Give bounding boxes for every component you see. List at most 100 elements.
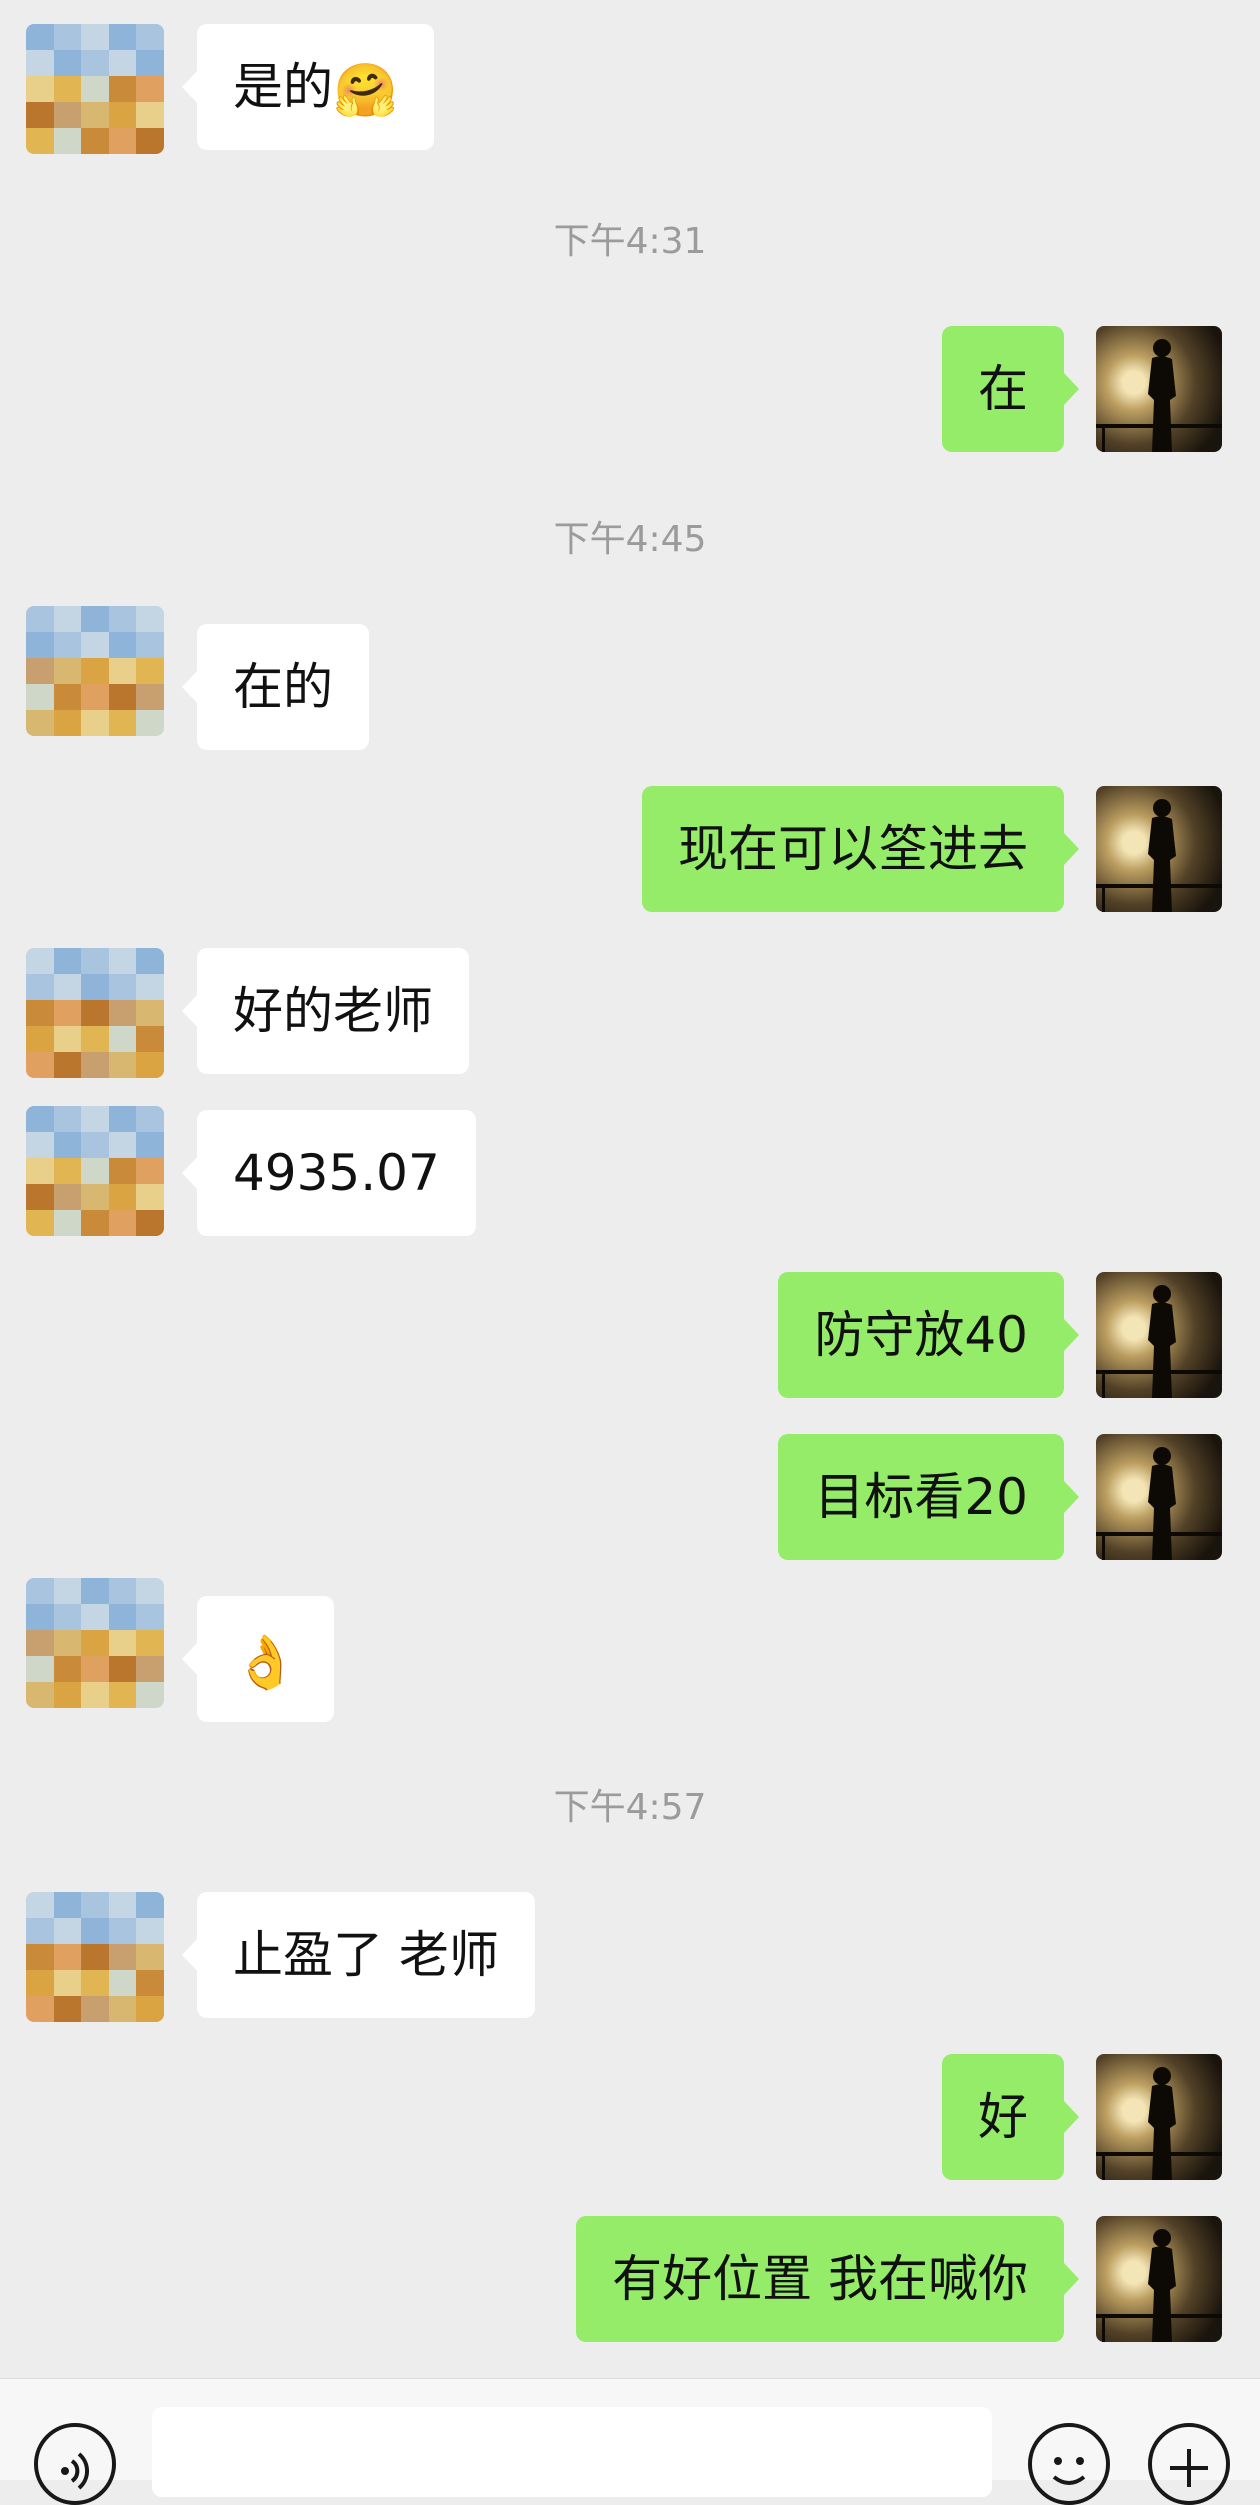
avatar-pixel [81, 128, 109, 154]
avatar-pixel [81, 76, 109, 102]
incoming-message[interactable]: 止盈了 老师 [182, 1892, 535, 2018]
avatar-pixel [53, 632, 82, 658]
incoming-message[interactable]: 是的🤗 [182, 24, 434, 150]
avatar-pixel [81, 658, 109, 684]
emoji-icon[interactable] [1028, 2423, 1110, 2505]
avatar-pixel [136, 632, 164, 658]
avatar-pixel [26, 1578, 54, 1604]
avatar-pixel [26, 1132, 54, 1158]
avatar-pixel [108, 948, 137, 974]
avatar-pixel [26, 606, 54, 632]
avatar-pixel [81, 1026, 109, 1052]
avatar-pixel [53, 1630, 82, 1656]
avatar-pixel [136, 658, 164, 684]
avatar-pixel [26, 1996, 54, 2022]
message-text: 止盈了 老师 [233, 1926, 499, 1984]
avatar-pixel [81, 1000, 109, 1026]
avatar-pixel [53, 658, 82, 684]
avatar-pixel [53, 1970, 82, 1996]
contact-avatar[interactable] [26, 606, 164, 736]
outgoing-message[interactable]: 现在可以筌进去 [642, 786, 1079, 912]
avatar-pixel [136, 1578, 164, 1604]
avatar-pixel [136, 1026, 164, 1052]
plus-icon[interactable] [1148, 2423, 1230, 2505]
avatar-pixel [26, 1106, 54, 1132]
avatar-pixel [81, 1918, 109, 1944]
avatar-pixel [81, 24, 109, 50]
avatar-pixel [53, 1604, 82, 1630]
avatar-pixel [136, 1210, 164, 1236]
incoming-message[interactable]: 4935.07 [182, 1110, 476, 1236]
avatar-pixel [136, 1996, 164, 2022]
avatar-pixel [53, 974, 82, 1000]
timestamp: 下午4:57 [553, 1787, 707, 1828]
incoming-message[interactable]: 👌 [182, 1596, 334, 1722]
message-input[interactable] [152, 2407, 992, 2497]
avatar-pixel [53, 1052, 82, 1078]
outgoing-message[interactable]: 防守放40 [778, 1272, 1079, 1398]
contact-avatar[interactable] [26, 1892, 164, 2022]
avatar-pixel [53, 24, 82, 50]
outgoing-message[interactable]: 好 [942, 2054, 1079, 2180]
my-avatar[interactable] [1096, 2054, 1222, 2180]
avatar-pixel [26, 632, 54, 658]
avatar-pixel [26, 1970, 54, 1996]
avatar-pixel [108, 1210, 137, 1236]
avatar-pixel [108, 1682, 137, 1708]
avatar-pixel [136, 606, 164, 632]
avatar-pixel [26, 974, 54, 1000]
avatar-pixel [53, 684, 82, 710]
avatar-pixel [81, 974, 109, 1000]
contact-avatar[interactable] [26, 1578, 164, 1708]
avatar-pixel [26, 1000, 54, 1026]
avatar-pixel [81, 684, 109, 710]
incoming-message[interactable]: 好的老师 [182, 948, 469, 1074]
avatar-pixel [53, 1656, 82, 1682]
my-avatar[interactable] [1096, 786, 1222, 912]
avatar-pixel [81, 606, 109, 632]
my-avatar[interactable] [1096, 326, 1222, 452]
avatar-pixel [136, 684, 164, 710]
outgoing-message[interactable]: 目标看20 [778, 1434, 1079, 1560]
avatar-pixel [26, 1944, 54, 1970]
incoming-message[interactable]: 在的 [182, 624, 369, 750]
avatar-pixel [136, 1052, 164, 1078]
avatar-pixel [136, 1184, 164, 1210]
avatar-pixel [136, 1604, 164, 1630]
contact-avatar[interactable] [26, 24, 164, 154]
message-text: 防守放40 [814, 1306, 1028, 1364]
avatar-pixel [53, 1026, 82, 1052]
contact-avatar[interactable] [26, 1106, 164, 1236]
outgoing-message[interactable]: 在 [942, 326, 1079, 452]
my-avatar[interactable] [1096, 1272, 1222, 1398]
avatar-pixel [108, 1106, 137, 1132]
avatar-pixel [136, 1106, 164, 1132]
contact-avatar[interactable] [26, 948, 164, 1078]
avatar-pixel [108, 632, 137, 658]
silhouette-graphic [1096, 1285, 1222, 1398]
message-text: 有好位置 我在喊你 [612, 2250, 1028, 2308]
message-text: 4935.07 [233, 1144, 440, 1202]
outgoing-message[interactable]: 有好位置 我在喊你 [576, 2216, 1079, 2342]
voice-icon[interactable] [34, 2423, 116, 2505]
avatar-pixel [81, 1578, 109, 1604]
avatar-pixel [108, 128, 137, 154]
message-text: 现在可以筌进去 [678, 820, 1028, 878]
avatar-pixel [108, 102, 137, 128]
hugging-face-emoji-icon: 🤗 [333, 61, 398, 121]
avatar-pixel [136, 128, 164, 154]
my-avatar[interactable] [1096, 2216, 1222, 2342]
avatar-pixel [108, 24, 137, 50]
my-avatar[interactable] [1096, 1434, 1222, 1560]
avatar-pixel [26, 102, 54, 128]
silhouette-graphic [1096, 1447, 1222, 1560]
emoji-icon-glyph [1052, 2457, 1086, 2485]
plus-icon-glyph [1170, 2449, 1208, 2487]
avatar-pixel [81, 1604, 109, 1630]
avatar-pixel [26, 76, 54, 102]
avatar-pixel [108, 1630, 137, 1656]
chat-area[interactable]: 是的🤗 下午4:31 在 下午4:45 在的 现在可以筌进去 好的老师 4935… [0, 0, 1260, 2378]
avatar-pixel [81, 1106, 109, 1132]
avatar-pixel [53, 1158, 82, 1184]
avatar-pixel [26, 1892, 54, 1918]
